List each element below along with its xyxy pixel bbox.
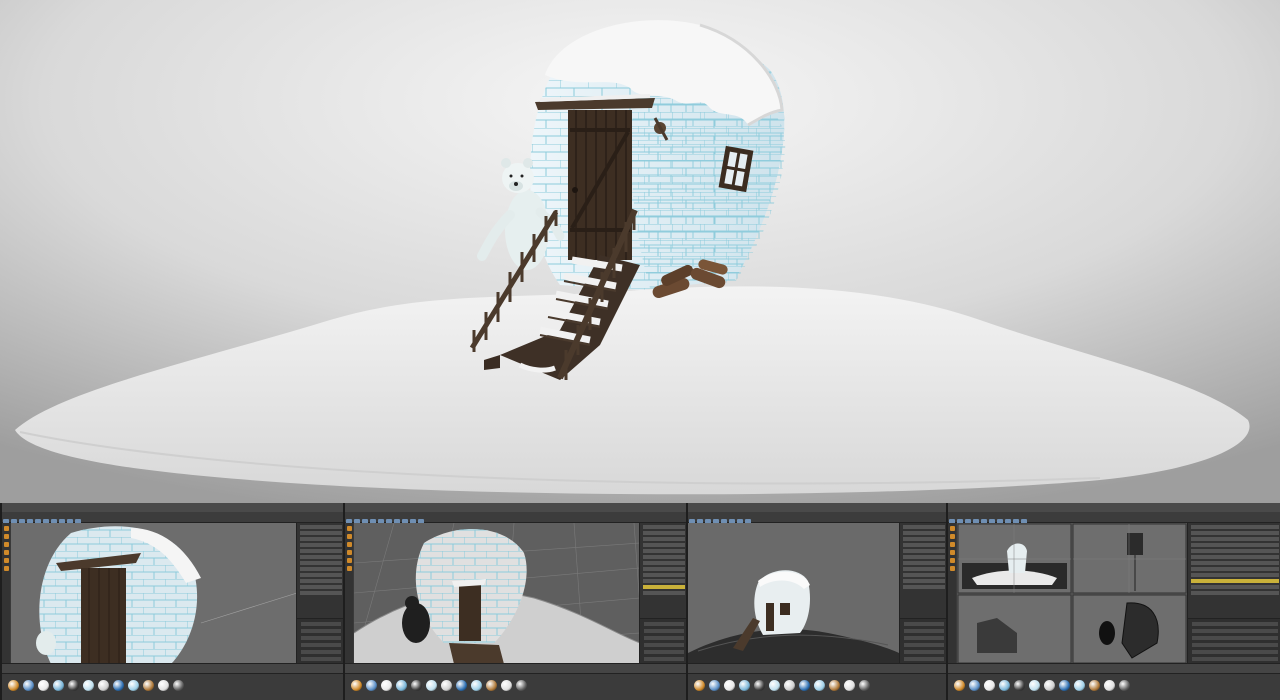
material-swatch[interactable] [23,680,34,691]
tool-palette [345,523,353,664]
toolbar [2,512,345,525]
material-swatch[interactable] [128,680,139,691]
material-swatch[interactable] [471,680,482,691]
material-swatch[interactable] [754,680,765,691]
material-swatch[interactable] [724,680,735,691]
panel-3 [686,503,948,700]
viewport-scene [957,523,1187,664]
material-swatch[interactable] [158,680,169,691]
tool-palette [948,523,956,664]
material-swatch[interactable] [709,680,720,691]
material-swatch[interactable] [694,680,705,691]
material-swatch[interactable] [1044,680,1055,691]
viewport-scene [688,523,899,664]
viewport-four-view[interactable] [957,523,1187,664]
material-swatch[interactable] [8,680,19,691]
material-swatch[interactable] [1089,680,1100,691]
material-swatch[interactable] [501,680,512,691]
material-swatch[interactable] [1029,680,1040,691]
viewport-wireframe[interactable] [354,523,639,664]
toolbar [688,512,948,525]
material-swatch[interactable] [351,680,362,691]
material-swatch[interactable] [98,680,109,691]
panel-2 [343,503,688,700]
material-swatch[interactable] [38,680,49,691]
material-swatch[interactable] [784,680,795,691]
material-swatch[interactable] [113,680,124,691]
material-swatch[interactable] [83,680,94,691]
viewport[interactable] [688,523,899,664]
material-manager[interactable] [688,673,948,700]
material-manager[interactable] [2,673,345,700]
material-swatch[interactable] [1059,680,1070,691]
material-swatch[interactable] [516,680,527,691]
attributes-panel[interactable] [1188,618,1280,668]
tool-palette [2,523,10,664]
material-swatch[interactable] [1119,680,1130,691]
material-swatch[interactable] [739,680,750,691]
panel-1 [0,503,345,700]
panel-4 [946,503,1280,700]
material-swatch[interactable] [486,680,497,691]
material-swatch[interactable] [456,680,467,691]
material-swatch[interactable] [1104,680,1115,691]
material-swatch[interactable] [426,680,437,691]
hut [530,20,786,290]
material-swatch[interactable] [366,680,377,691]
material-swatch[interactable] [954,680,965,691]
material-swatch[interactable] [53,680,64,691]
viewport-scene [11,523,296,664]
material-manager[interactable] [345,673,688,700]
material-swatch[interactable] [411,680,422,691]
material-swatch[interactable] [1014,680,1025,691]
material-swatch[interactable] [844,680,855,691]
render-scene [0,0,1280,503]
material-swatch[interactable] [969,680,980,691]
material-swatch[interactable] [859,680,870,691]
material-swatch[interactable] [799,680,810,691]
toolbar [948,512,1280,525]
material-swatch[interactable] [68,680,79,691]
material-swatch[interactable] [143,680,154,691]
material-swatch[interactable] [814,680,825,691]
material-swatch[interactable] [173,680,184,691]
attributes-panel[interactable] [900,618,948,664]
viewport[interactable] [11,523,296,664]
attributes-panel[interactable] [297,618,345,664]
toolbar [345,512,688,525]
material-swatch[interactable] [984,680,995,691]
material-swatch[interactable] [381,680,392,691]
material-swatch[interactable] [829,680,840,691]
render-view [0,0,1280,503]
material-swatch[interactable] [1074,680,1085,691]
attributes-panel[interactable] [640,618,688,664]
material-swatch[interactable] [999,680,1010,691]
material-swatch[interactable] [769,680,780,691]
editor-screenshots [0,503,1280,700]
material-swatch[interactable] [441,680,452,691]
material-manager[interactable] [948,673,1280,700]
viewport-scene [354,523,639,664]
material-swatch[interactable] [396,680,407,691]
